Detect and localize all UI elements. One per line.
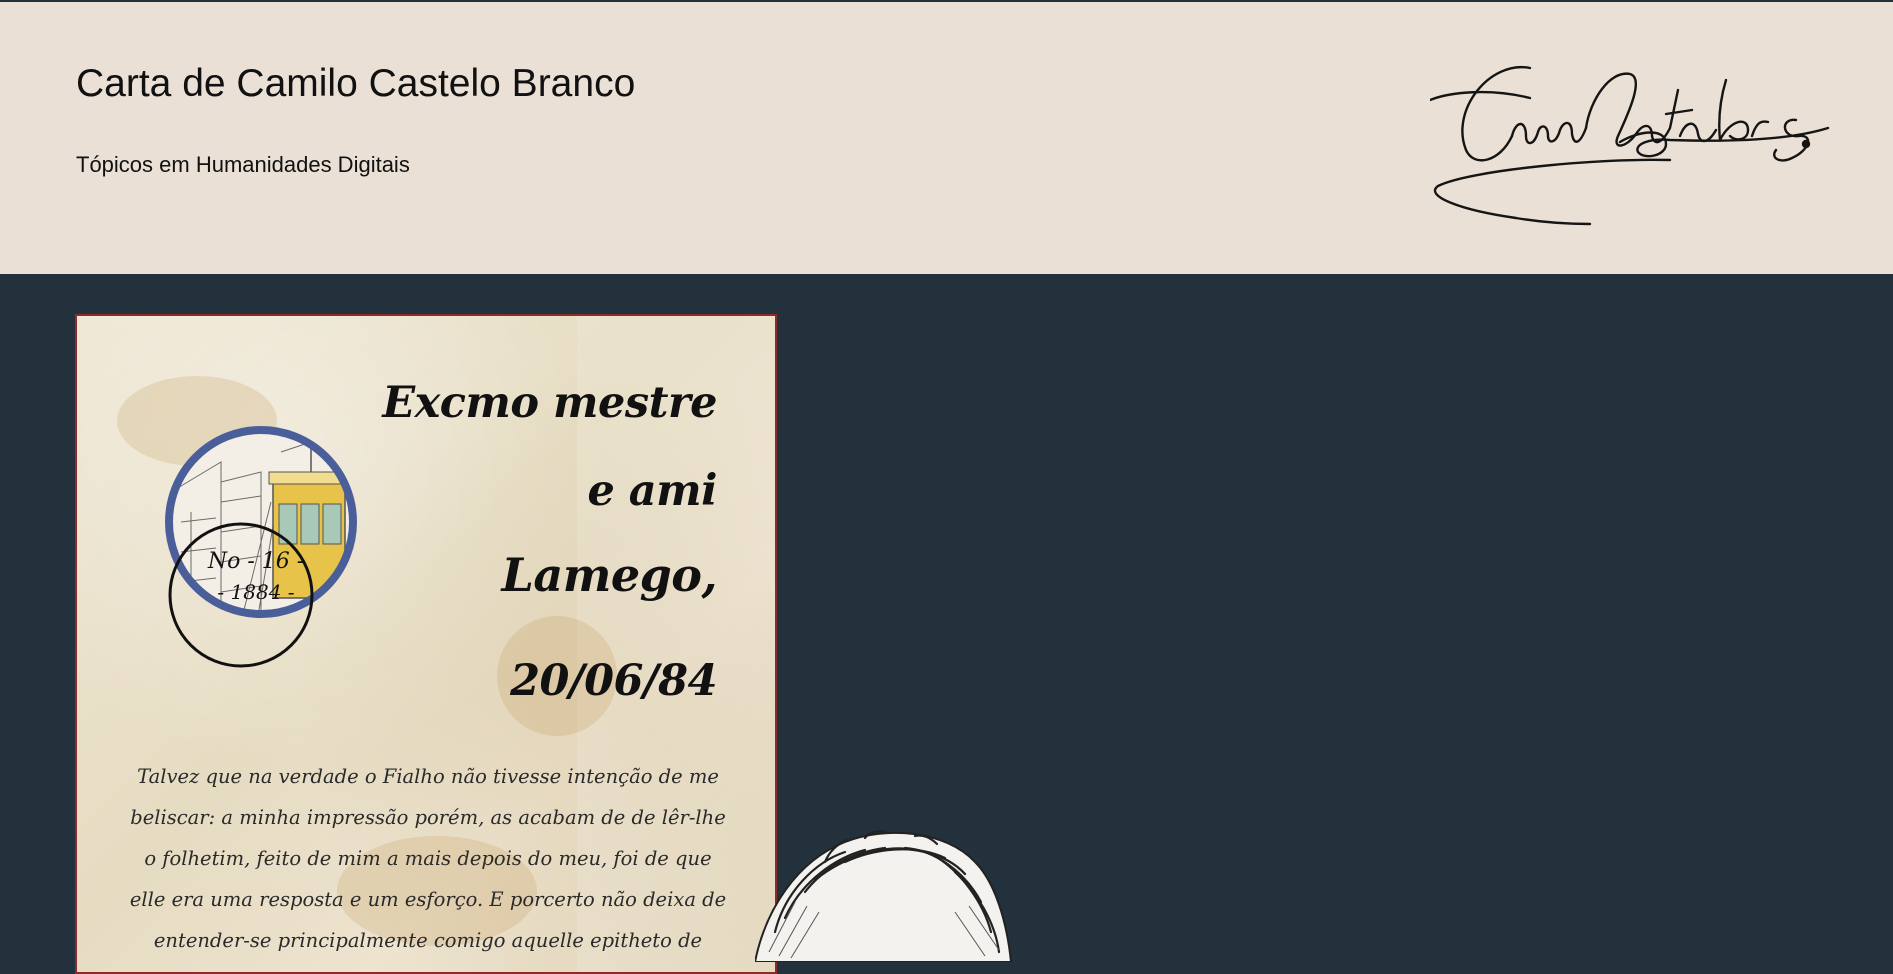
portrait-sketch-icon bbox=[755, 830, 1013, 962]
letter-card: Excmo mestre e ami Lamego, 20/06/84 No -… bbox=[75, 314, 777, 974]
stamp-year: - 1884 - bbox=[217, 580, 295, 604]
letter-body: Talvez que na verdade o Fialho não tives… bbox=[129, 765, 727, 952]
site-title[interactable]: Carta de Camilo Castelo Branco bbox=[76, 62, 635, 106]
stamp-number: No - 16 - bbox=[207, 549, 305, 574]
letter-date: 20/06/84 bbox=[510, 656, 717, 706]
letter-place: Lamego, bbox=[501, 548, 718, 602]
main-content: Excmo mestre e ami Lamego, 20/06/84 No -… bbox=[0, 274, 1893, 974]
handwritten-signature-icon bbox=[1430, 65, 1830, 226]
site-header: Carta de Camilo Castelo Branco Tópicos e… bbox=[0, 2, 1893, 274]
letter-greeting-line-1: Excmo mestre bbox=[382, 378, 717, 428]
letter-greeting-line-2: e ami bbox=[587, 466, 717, 516]
site-subtitle: Tópicos em Humanidades Digitais bbox=[76, 152, 410, 177]
